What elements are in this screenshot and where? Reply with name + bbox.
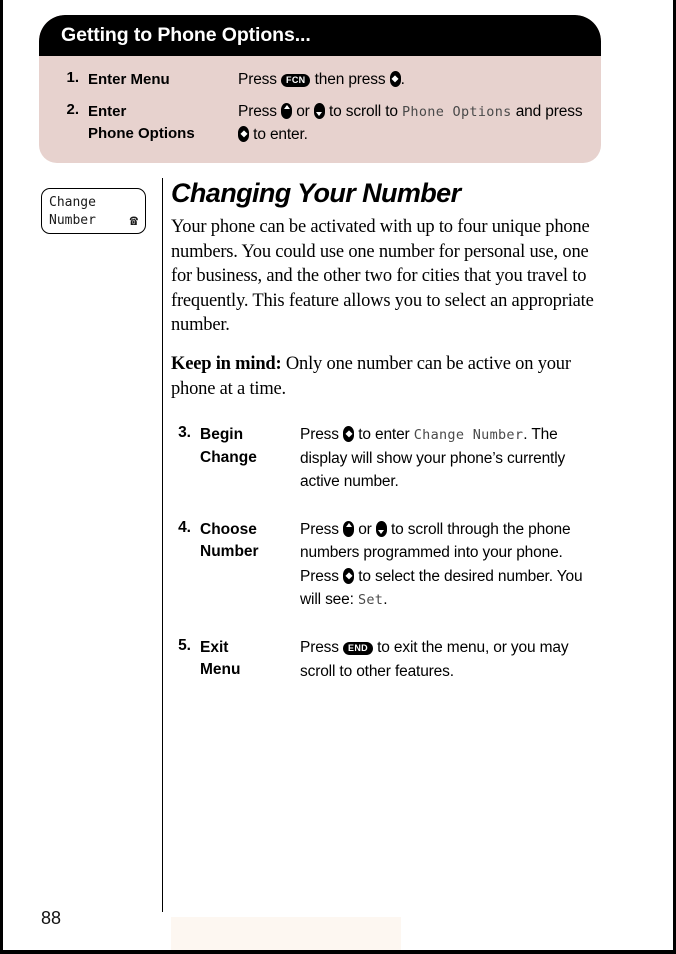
callout-step-1-description: Press FCN then press . [238, 71, 405, 88]
main-content-column: Changing Your Number Your phone can be a… [171, 178, 603, 707]
key-up-icon [281, 102, 293, 119]
lcd-text: Phone Options [401, 103, 512, 120]
key-up-icon [343, 520, 355, 537]
lcd-text: Set [357, 592, 384, 609]
callout-header-title: Getting to Phone Options... [39, 15, 601, 56]
phone-display-illustration: Change Number ☎ [41, 188, 146, 234]
phone-display-text-change: Change [49, 195, 96, 210]
keep-in-mind-label: Keep in mind: [171, 353, 282, 374]
key-sel-icon [389, 71, 401, 87]
step-5-number: 5. [178, 636, 191, 654]
numbered-steps-list: 3. Begin Change Press to enter Change Num… [171, 423, 603, 683]
key-glyph [345, 523, 352, 528]
key-glyph [344, 572, 353, 580]
manual-page: Getting to Phone Options... 1. Enter Men… [0, 0, 676, 954]
key-glyph [239, 130, 248, 138]
step-3-number: 3. [178, 424, 191, 442]
step-3-title: Begin Change [200, 426, 257, 466]
key-glyph [378, 530, 385, 535]
step-4-description: Press or to scroll through the phone num… [300, 520, 583, 609]
callout-step-2-number: 2. [66, 100, 79, 118]
callout-step-1-number: 1. [66, 69, 79, 86]
keep-in-mind-paragraph: Keep in mind: Only one number can be act… [171, 352, 603, 401]
key-sel-icon [238, 126, 249, 143]
telephone-icon: ☎ [129, 213, 138, 229]
callout-step-1: 1. Enter Menu Press FCN then press . [57, 68, 583, 92]
key-glyph [391, 75, 399, 83]
step-4-number: 4. [178, 518, 191, 536]
page-number: 88 [41, 908, 62, 928]
key-glyph [344, 430, 353, 438]
callout-step-2-title: Enter Phone Options [88, 102, 195, 143]
callout-step-2-description: Press or to scroll to Phone Options and … [238, 102, 583, 144]
footer-color-bar [171, 917, 401, 950]
key-fcn-icon: FCN [281, 74, 311, 87]
key-sel-icon [343, 567, 355, 584]
key-down-icon [375, 520, 387, 537]
step-5-title: Exit Menu [200, 638, 241, 679]
step-5-description: Press END to exit the menu, or you may s… [300, 638, 569, 680]
callout-step-1-title: Enter Menu [88, 71, 170, 88]
step-4-title: Choose Number [200, 520, 259, 561]
phone-display-line-1: Change [49, 194, 138, 212]
key-glyph [316, 112, 323, 117]
step-3: 3. Begin Change Press to enter Change Num… [171, 423, 603, 494]
page-title: Changing Your Number [171, 178, 461, 208]
step-4: 4. Choose Number Press or to scroll throu… [171, 518, 603, 612]
phone-display-line-2: Number ☎ [49, 212, 138, 230]
key-glyph [283, 105, 290, 110]
key-end-icon: END [343, 641, 373, 655]
callout-step-2: 2. Enter Phone Options Press or to scroll… [57, 100, 583, 147]
key-down-icon [313, 102, 325, 119]
column-divider-rule [162, 178, 163, 912]
key-sel-icon [343, 426, 355, 443]
lcd-text: Change Number [413, 427, 524, 444]
callout-body: 1. Enter Menu Press FCN then press . 2. … [39, 56, 601, 163]
getting-to-phone-options-callout: Getting to Phone Options... 1. Enter Men… [39, 15, 601, 163]
phone-display-text-number: Number [49, 213, 96, 228]
intro-paragraph: Your phone can be activated with up to f… [171, 217, 594, 336]
step-5: 5. Exit Menu Press END to exit the menu, … [171, 636, 603, 683]
step-3-description: Press to enter Change Number. The displa… [300, 426, 566, 491]
